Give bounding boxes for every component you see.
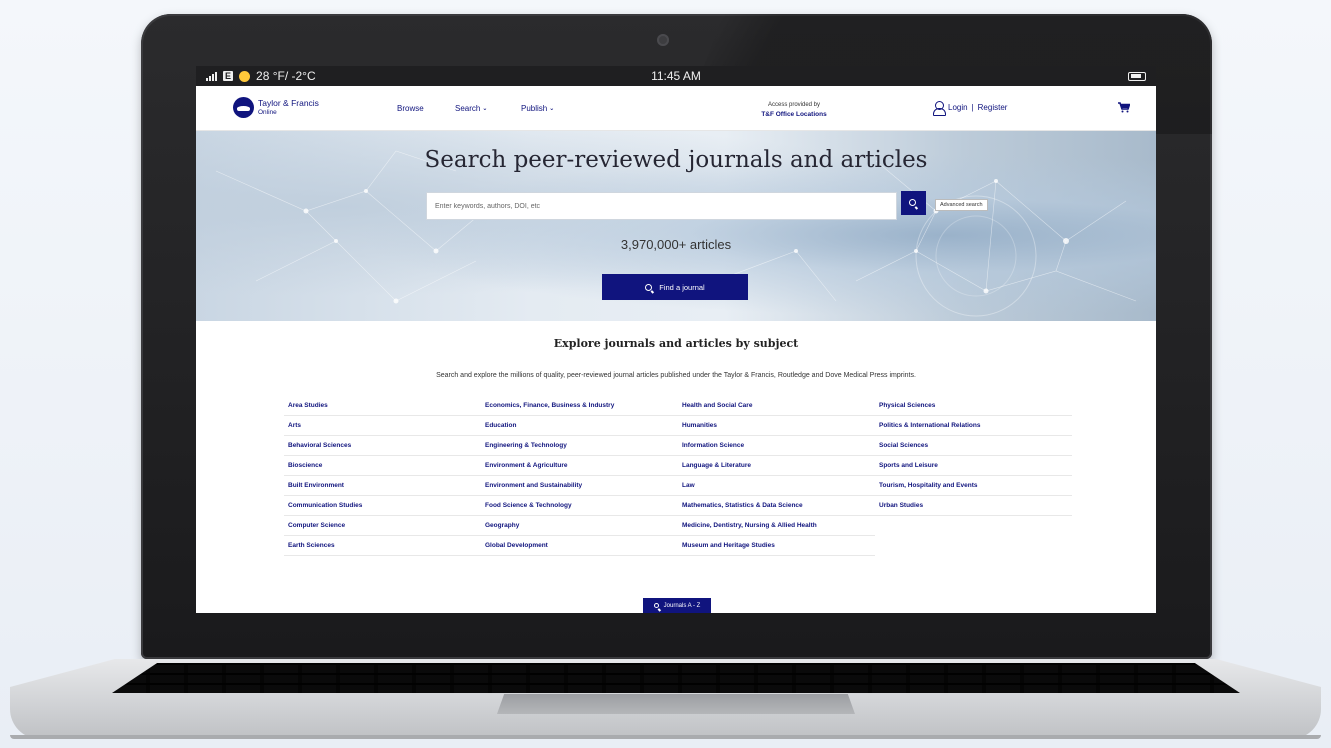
- find-journal-label: Find a journal: [659, 282, 705, 292]
- subject-link[interactable]: Economics, Finance, Business & Industry: [481, 396, 678, 416]
- access-label: Access provided by: [767, 102, 821, 108]
- laptop-base-edge: [10, 735, 1321, 739]
- subject-link[interactable]: Built Environment: [284, 476, 481, 496]
- search-icon: [645, 283, 653, 291]
- chevron-down-icon: ⌄: [482, 106, 488, 112]
- subject-grid: Area Studies Economics, Finance, Business…: [284, 396, 1072, 556]
- user-icon: [933, 101, 946, 116]
- subject-link[interactable]: Museum and Heritage Studies: [678, 536, 875, 556]
- nav-search[interactable]: Search ⌄: [455, 104, 487, 113]
- subject-link[interactable]: Food Science & Technology: [481, 496, 678, 516]
- chevron-down-icon: ⌄: [549, 106, 555, 112]
- subject-link[interactable]: Environment & Agriculture: [481, 456, 678, 476]
- journals-az-label: Journals A - Z: [663, 602, 701, 609]
- subject-grid-empty-cell: [875, 516, 1072, 536]
- brand-name: Taylor & Francis: [258, 97, 319, 108]
- brand-logo[interactable]: Taylor & Francis Online: [233, 97, 319, 118]
- subject-link[interactable]: Information Science: [678, 436, 875, 456]
- subject-link[interactable]: Health and Social Care: [678, 396, 875, 416]
- subject-link[interactable]: Social Sciences: [875, 436, 1072, 456]
- nav-browse-label: Browse: [397, 104, 424, 113]
- subject-link[interactable]: Environment and Sustainability: [481, 476, 678, 496]
- subject-link[interactable]: Language & Literature: [678, 456, 875, 476]
- register-link[interactable]: Register: [978, 103, 1008, 112]
- touchpad: [497, 694, 855, 714]
- search-icon: [653, 603, 659, 608]
- explore-description: Search and explore the millions of quali…: [436, 372, 916, 379]
- subject-link[interactable]: Earth Sciences: [284, 536, 481, 556]
- subject-link[interactable]: Physical Sciences: [875, 396, 1072, 416]
- search-icon: [909, 199, 916, 206]
- logo-icon: [233, 97, 254, 118]
- subject-link[interactable]: Urban Studies: [875, 496, 1072, 516]
- subject-link[interactable]: Mathematics, Statistics & Data Science: [678, 496, 875, 516]
- subject-link[interactable]: Global Development: [481, 536, 678, 556]
- login-separator: |: [971, 103, 974, 112]
- subject-link[interactable]: Area Studies: [284, 396, 481, 416]
- subject-link[interactable]: Engineering & Technology: [481, 436, 678, 456]
- journals-az-button[interactable]: Journals A - Z: [643, 598, 711, 613]
- search-button[interactable]: [901, 191, 926, 215]
- status-bar: E 28 °F/ -2°C 11:45 AM: [196, 66, 1156, 86]
- subject-link[interactable]: Medicine, Dentistry, Nursing & Allied He…: [678, 516, 875, 536]
- explore-title: Explore journals and articles by subject: [553, 337, 799, 350]
- battery-icon: [1128, 71, 1146, 81]
- brand-sub: Online: [258, 108, 277, 116]
- subject-grid-empty-cell: [875, 536, 1072, 556]
- keyboard: [112, 663, 1240, 693]
- search-input[interactable]: [426, 192, 897, 220]
- nav-browse[interactable]: Browse: [397, 104, 424, 113]
- nav-publish-label: Publish: [521, 104, 548, 113]
- laptop-screen: E 28 °F/ -2°C 11:45 AM Taylor & Francis …: [196, 66, 1156, 613]
- hero-banner: Search peer-reviewed journals and articl…: [196, 131, 1156, 321]
- login-link[interactable]: Login: [948, 103, 968, 112]
- subject-link[interactable]: Law: [678, 476, 875, 496]
- subject-link[interactable]: Computer Science: [284, 516, 481, 536]
- subject-link[interactable]: Sports and Leisure: [875, 456, 1072, 476]
- nav-publish[interactable]: Publish ⌄: [521, 104, 554, 113]
- site-header: Taylor & Francis Online Browse Search ⌄ …: [196, 86, 1156, 131]
- subject-link[interactable]: Tourism, Hospitality and Events: [875, 476, 1072, 496]
- clock: 11:45 AM: [651, 69, 701, 83]
- subject-link[interactable]: Education: [481, 416, 678, 436]
- camera-icon: [657, 34, 669, 46]
- laptop-lid: E 28 °F/ -2°C 11:45 AM Taylor & Francis …: [141, 14, 1212, 659]
- login-register: Login | Register: [933, 101, 1008, 116]
- article-count: 3,970,000+ articles: [620, 237, 732, 252]
- access-org[interactable]: T&F Office Locations: [744, 110, 844, 119]
- cart-icon[interactable]: [1118, 102, 1131, 116]
- nav-search-label: Search: [455, 104, 481, 113]
- subject-link[interactable]: Bioscience: [284, 456, 481, 476]
- find-journal-button[interactable]: Find a journal: [602, 274, 748, 300]
- subject-link[interactable]: Arts: [284, 416, 481, 436]
- hero-title: Search peer-reviewed journals and articl…: [424, 147, 928, 173]
- advanced-search-button[interactable]: Advanced search: [935, 199, 988, 211]
- subject-link[interactable]: Behavioral Sciences: [284, 436, 481, 456]
- access-info: Access provided by T&F Office Locations: [744, 101, 844, 119]
- subject-link[interactable]: Humanities: [678, 416, 875, 436]
- subject-link[interactable]: Communication Studies: [284, 496, 481, 516]
- subject-link[interactable]: Politics & International Relations: [875, 416, 1072, 436]
- subject-link[interactable]: Geography: [481, 516, 678, 536]
